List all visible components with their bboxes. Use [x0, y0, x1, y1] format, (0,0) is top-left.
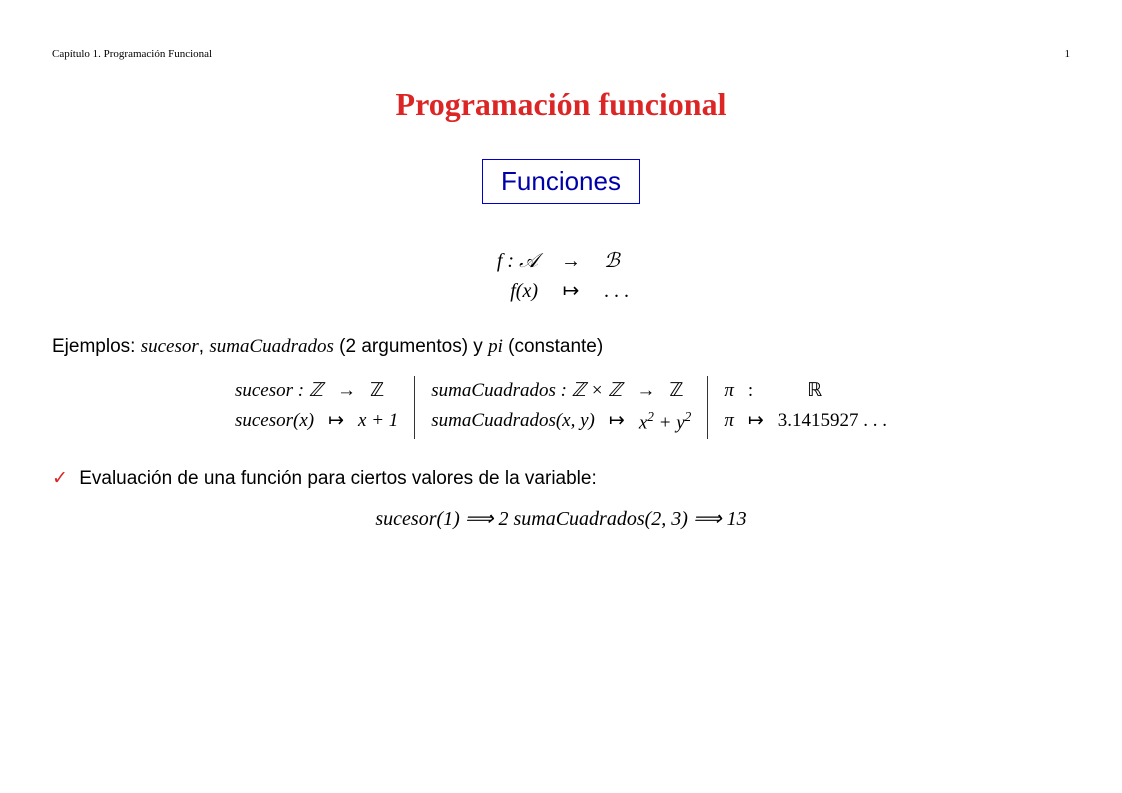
evaluation-expressions: sucesor(1) ⟹ 2 sumaCuadrados(2, 3) ⟹ 13	[52, 506, 1070, 531]
sumacuadrados-map-row: sumaCuadrados(x, y) ↦ x2 + y2	[431, 406, 691, 439]
sq-exp1: 2	[647, 409, 654, 424]
section-box-wrap: Funciones	[52, 159, 1070, 204]
sumacuadrados-type-row: sumaCuadrados : ℤ × ℤ → ℤ	[431, 376, 691, 406]
header-chapter: Capítulo 1. Programación Funcional	[52, 48, 212, 60]
pi-codomain: ℝ	[767, 376, 822, 406]
examples-note3: (constante)	[503, 336, 603, 357]
sucesor-codomain: ℤ	[370, 376, 384, 406]
example-sucesor: sucesor : ℤ → ℤ sucesor(x) ↦ x + 1	[219, 376, 415, 439]
sucesor-apply: sucesor(x)	[235, 406, 314, 436]
arrow-icon: →	[337, 376, 356, 406]
examples-intro: Ejemplos: sucesor, sumaCuadrados (2 argu…	[52, 336, 1070, 358]
sucesor-result: x + 1	[358, 406, 398, 436]
example-name-sumacuadrados: sumaCuadrados	[209, 336, 334, 357]
pi-symbol-2: π	[724, 406, 734, 436]
sucesor-domain: sucesor : ℤ	[235, 376, 323, 406]
examples-sep1: ,	[199, 336, 210, 357]
example-name-sucesor: sucesor	[141, 336, 199, 357]
pi-symbol-1: π	[724, 376, 734, 406]
arrow-icon: →	[556, 246, 586, 276]
sumacuadrados-result: x2 + y2	[639, 406, 692, 439]
check-icon: ✓	[52, 468, 68, 489]
eval-sucesor: sucesor(1) ⟹ 2	[375, 508, 508, 530]
sumacuadrados-codomain: ℤ	[669, 376, 683, 406]
section-heading: Funciones	[482, 159, 640, 204]
examples-note2: (2 argumentos) y	[334, 336, 488, 357]
evaluation-line: ✓ Evaluación de una función para ciertos…	[52, 467, 1070, 490]
pi-type-row: π : ℝ	[724, 376, 887, 406]
fn-def-row-2: f(x) ↦ . . .	[52, 276, 1070, 306]
header-page-number: 1	[1065, 48, 1071, 60]
pi-map-row: π ↦ 3.1415927 . . .	[724, 406, 887, 436]
fn-def-result: . . .	[604, 276, 644, 306]
page-title: Programación funcional	[52, 86, 1070, 123]
sumacuadrados-domain: sumaCuadrados : ℤ × ℤ	[431, 376, 622, 406]
arrow-icon: →	[636, 376, 655, 406]
sq-exp2: 2	[685, 409, 692, 424]
function-definition: f : 𝒜 → ℬ f(x) ↦ . . .	[52, 246, 1070, 306]
sq-plus-y: + y	[654, 413, 685, 434]
example-pi: π : ℝ π ↦ 3.1415927 . . .	[708, 376, 903, 439]
sucesor-type-row: sucesor : ℤ → ℤ	[235, 376, 398, 406]
fn-def-domain: f : 𝒜	[478, 246, 538, 276]
examples-grid: sucesor : ℤ → ℤ sucesor(x) ↦ x + 1 sumaC…	[52, 376, 1070, 439]
eval-sumacuadrados: sumaCuadrados(2, 3) ⟹ 13	[513, 508, 746, 530]
mapsto-icon: ↦	[609, 406, 625, 439]
fn-def-codomain: ℬ	[604, 246, 644, 276]
pi-value: 3.1415927 . . .	[778, 406, 887, 436]
mapsto-icon: ↦	[748, 406, 764, 436]
fn-def-apply: f(x)	[478, 276, 538, 306]
mapsto-icon: ↦	[556, 276, 586, 306]
sq-x: x	[639, 413, 647, 434]
examples-prefix: Ejemplos:	[52, 336, 141, 357]
example-sumacuadrados: sumaCuadrados : ℤ × ℤ → ℤ sumaCuadrados(…	[415, 376, 708, 439]
evaluation-text: Evaluación de una función para ciertos v…	[79, 468, 597, 489]
sumacuadrados-apply: sumaCuadrados(x, y)	[431, 406, 595, 439]
fn-def-row-1: f : 𝒜 → ℬ	[52, 246, 1070, 276]
sucesor-map-row: sucesor(x) ↦ x + 1	[235, 406, 398, 436]
example-name-pi: pi	[488, 336, 503, 357]
mapsto-icon: ↦	[328, 406, 344, 436]
colon-icon: :	[748, 376, 753, 406]
